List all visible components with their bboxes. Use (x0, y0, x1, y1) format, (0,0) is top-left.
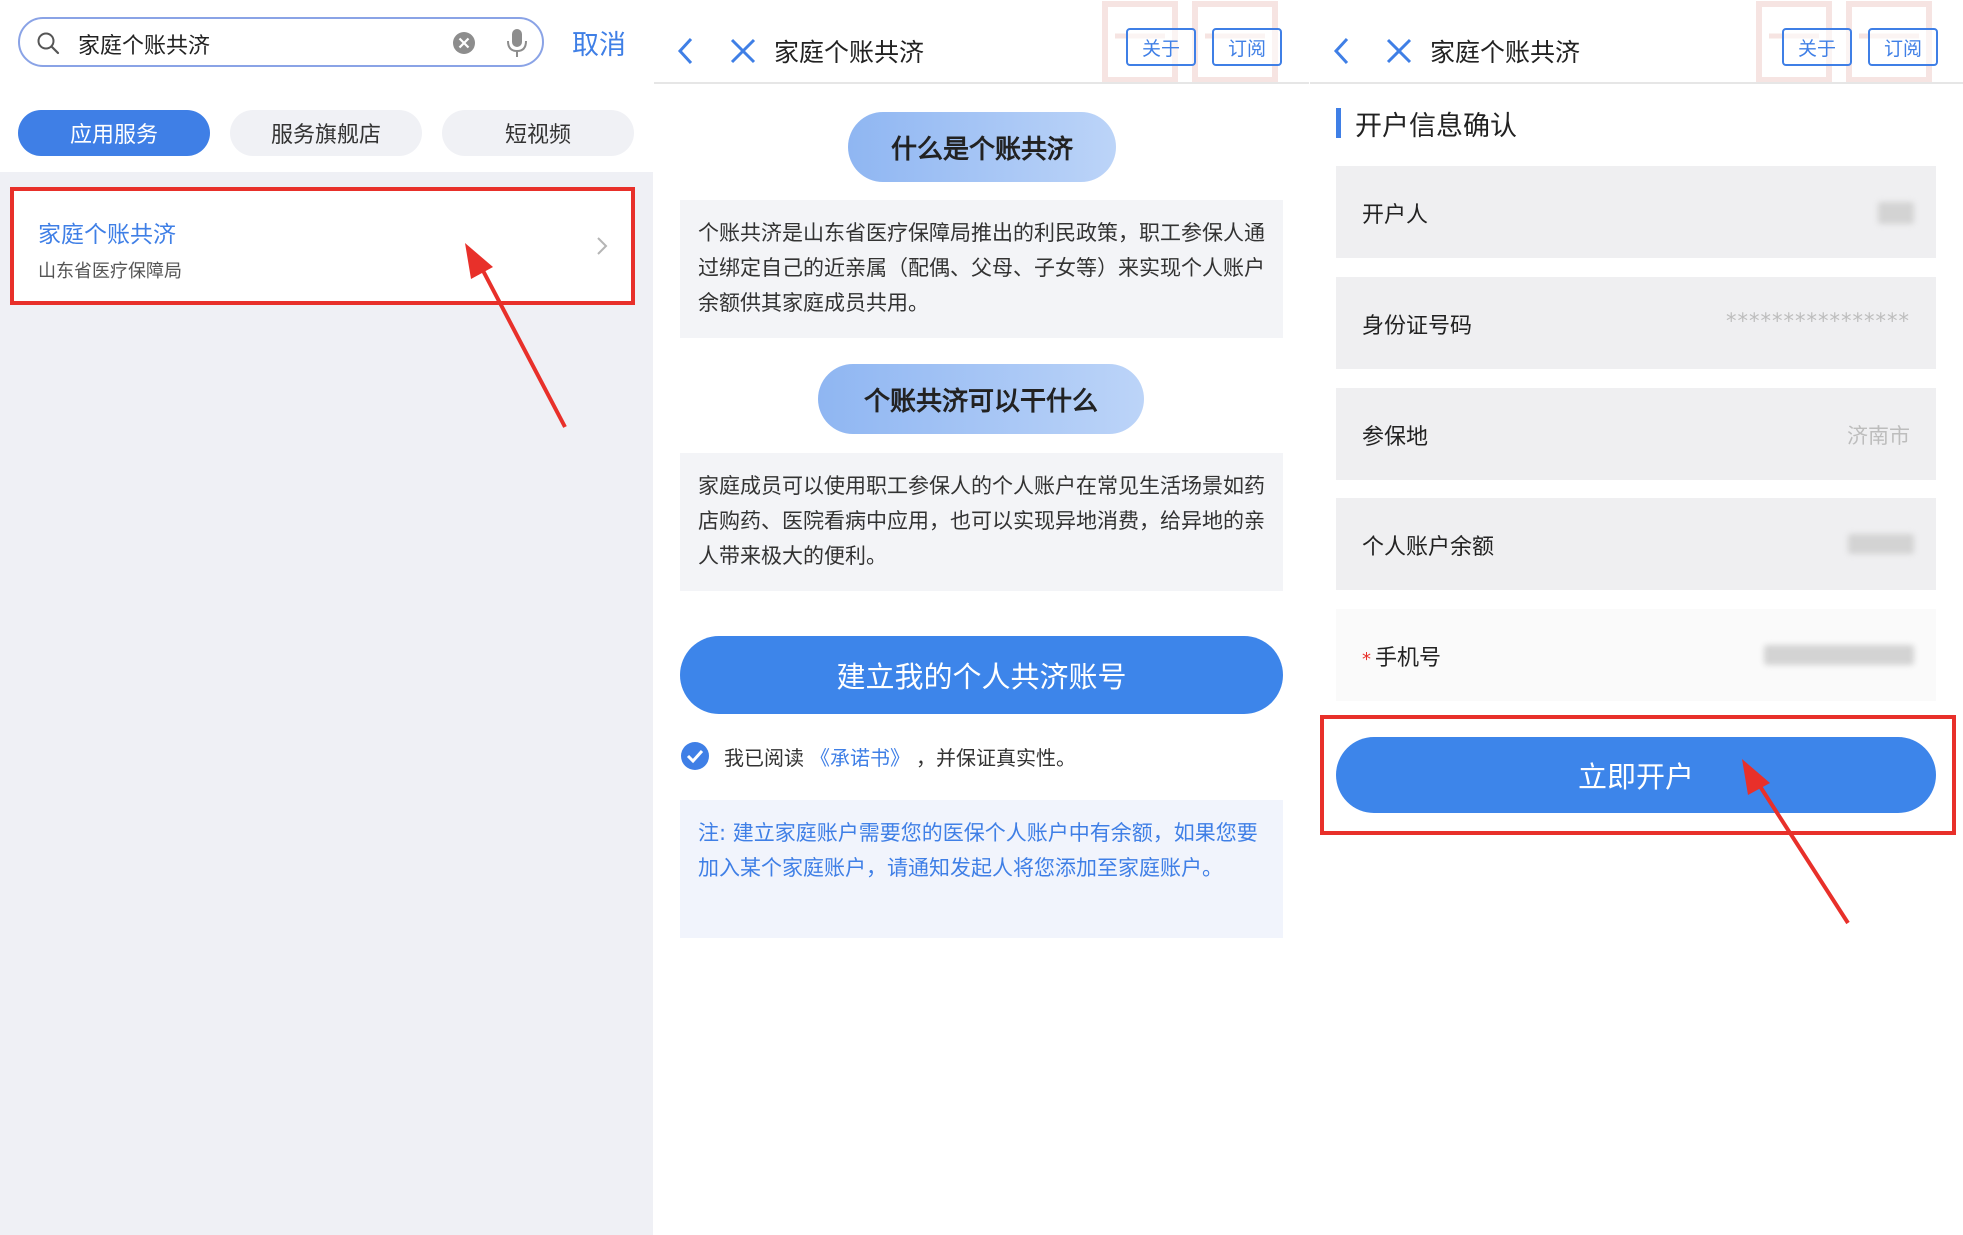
chevron-right-icon (597, 237, 608, 255)
tab-service-flagship[interactable]: 服务旗舰店 (230, 110, 422, 156)
subscribe-button[interactable]: 订阅 (1212, 28, 1282, 66)
agree-prefix: 我已阅读 (724, 745, 804, 770)
section-heading-what: 什么是个账共济 (848, 112, 1116, 182)
field-label: 参保地 (1362, 425, 1429, 450)
tab-short-video[interactable]: 短视频 (442, 110, 634, 156)
field-account-holder: 开户人 (1336, 166, 1936, 258)
microphone-icon[interactable] (506, 28, 528, 58)
field-phone-number[interactable]: * 手机号 (1336, 609, 1936, 701)
field-insured-location: 参保地 济南市 (1336, 388, 1936, 480)
cancel-button[interactable]: 取消 (572, 23, 626, 62)
tab-app-services[interactable]: 应用服务 (18, 110, 210, 156)
field-label: 个人账户余额 (1362, 535, 1495, 560)
required-mark: * (1362, 649, 1371, 670)
create-account-button[interactable]: 建立我的个人共济账号 (680, 636, 1283, 714)
result-title: 家庭个账共济 (38, 222, 176, 248)
field-label: * 手机号 (1362, 640, 1441, 672)
field-label-text: 手机号 (1375, 646, 1442, 671)
subscribe-button[interactable]: 订阅 (1868, 28, 1938, 66)
field-label: 身份证号码 (1362, 314, 1473, 339)
search-query-text: 家庭个账共济 (78, 34, 211, 59)
note-text: 注: 建立家庭账户需要您的医保个人账户中有余额，如果您要加入某个家庭账户，请通知… (680, 800, 1283, 938)
result-subtitle: 山东省医疗保障局 (38, 261, 182, 282)
annotation-arrow (1742, 759, 1850, 925)
result-tabs: 应用服务 服务旗舰店 短视频 (0, 86, 653, 172)
field-value: **************** (1726, 309, 1910, 333)
confirm-screen: 家庭个账共济 关于 订阅 开户信息确认 开户人 身份证号码 **********… (1310, 0, 1963, 1235)
field-id-number: 身份证号码 **************** (1336, 277, 1936, 369)
checkbox-checked-icon[interactable] (680, 741, 710, 771)
annotation-arrow (465, 243, 567, 428)
intro-screen: 家庭个账共济 关于 订阅 什么是个账共济 个账共济是山东省医疗保障局推出的利民政… (654, 0, 1309, 1235)
section-title-text: 开户信息确认 (1355, 110, 1517, 142)
page-title: 家庭个账共济 (1430, 38, 1581, 67)
agree-suffix: ，并保证真实性。 (916, 745, 1076, 770)
field-label: 开户人 (1362, 203, 1429, 228)
section-title: 开户信息确认 (1336, 105, 1517, 142)
page-title: 家庭个账共济 (774, 38, 925, 67)
section-heading-uses: 个账共济可以干什么 (818, 364, 1144, 434)
commitment-link[interactable]: 《承诺书》 (810, 742, 910, 771)
search-icon (37, 32, 60, 55)
section-text-uses: 家庭成员可以使用职工参保人的个人账户在常见生活场景如药店购药、医院看病中应用，也… (680, 453, 1283, 591)
redacted-value (1848, 534, 1914, 554)
close-icon[interactable] (730, 38, 756, 64)
agreement-row: 我已阅读 《承诺书》 ，并保证真实性。 (680, 740, 1076, 772)
back-icon[interactable] (676, 36, 694, 66)
clear-icon[interactable] (452, 31, 476, 55)
search-screen: 家庭个账共济 取消 应用服务 服务旗舰店 短视频 家庭个账共济 山东省医疗保障局 (0, 0, 653, 1235)
redacted-value (1764, 645, 1914, 665)
close-icon[interactable] (1386, 38, 1412, 64)
field-account-balance: 个人账户余额 (1336, 498, 1936, 590)
search-input[interactable]: 家庭个账共济 (18, 17, 544, 67)
about-button[interactable]: 关于 (1126, 28, 1196, 66)
section-text-what: 个账共济是山东省医疗保障局推出的利民政策，职工参保人通过绑定自己的近亲属（配偶、… (680, 200, 1283, 338)
back-icon[interactable] (1332, 36, 1350, 66)
nav-bar: 家庭个账共济 关于 订阅 (1310, 0, 1963, 84)
title-accent-bar (1336, 108, 1341, 138)
about-button[interactable]: 关于 (1782, 28, 1852, 66)
nav-bar: 家庭个账共济 关于 订阅 (654, 0, 1309, 84)
search-header: 家庭个账共济 取消 (0, 0, 653, 86)
redacted-value (1878, 202, 1914, 224)
field-value: 济南市 (1847, 424, 1910, 448)
